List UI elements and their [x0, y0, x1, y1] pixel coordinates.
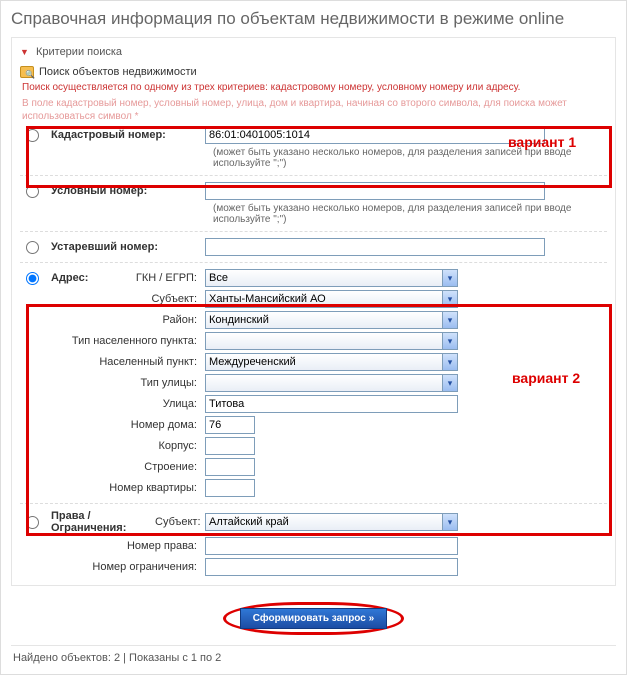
label-subject: Субъект: [20, 293, 205, 305]
select-subject[interactable]: Ханты-Мансийский АО [205, 290, 458, 308]
page-title: Справочная информация по объектам недвиж… [11, 9, 616, 29]
panel-toggle[interactable]: ▼ Критерии поиска [20, 44, 607, 64]
label-district: Район: [20, 314, 205, 326]
radio-old[interactable] [26, 241, 39, 254]
select-settlement[interactable]: Междуреченский [205, 353, 458, 371]
label-conditional: Условный номер: [51, 185, 147, 197]
panel-title: Критерии поиска [36, 46, 122, 58]
radio-address[interactable] [26, 272, 39, 285]
label-address: Адрес: [51, 272, 88, 284]
input-corp[interactable] [205, 437, 255, 455]
select-rights-subject[interactable]: Алтайский край [205, 513, 458, 531]
input-flat[interactable] [205, 479, 255, 497]
input-old[interactable] [205, 238, 545, 256]
select-settlement-type[interactable] [205, 332, 458, 350]
label-settlement-type: Тип населенного пункта: [20, 335, 205, 347]
search-folder-icon [20, 66, 34, 78]
input-conditional[interactable] [205, 182, 545, 200]
results-count: Найдено объектов: 2 | Показаны с 1 по 2 [13, 652, 221, 664]
hint-cadastral: (может быть указано несколько номеров, д… [213, 147, 607, 169]
input-right-no[interactable] [205, 537, 458, 555]
label-street-type: Тип улицы: [20, 377, 205, 389]
label-corp: Корпус: [20, 440, 205, 452]
label-old: Устаревший номер: [51, 241, 158, 253]
label-cadastral: Кадастровый номер: [51, 129, 166, 141]
select-district[interactable]: Кондинский [205, 311, 458, 329]
annotation-oval: Сформировать запрос » [223, 602, 404, 635]
note-criteria: Поиск осуществляется по одному из трех к… [22, 81, 607, 94]
section-title: Поиск объектов недвижимости [39, 66, 197, 78]
label-street: Улица: [20, 398, 205, 410]
input-house[interactable] [205, 416, 255, 434]
select-street-type[interactable] [205, 374, 458, 392]
label-building: Строение: [20, 461, 205, 473]
radio-cadastral[interactable] [26, 129, 39, 142]
label-rights: Права / Ограничения: [51, 510, 147, 534]
label-flat: Номер квартиры: [20, 482, 205, 494]
label-settlement: Населенный пункт: [20, 356, 205, 368]
label-restriction-no: Номер ограничения: [20, 561, 205, 573]
label-house: Номер дома: [20, 419, 205, 431]
label-rights-subject: Субъект: [155, 516, 205, 528]
input-street[interactable] [205, 395, 458, 413]
input-restriction-no[interactable] [205, 558, 458, 576]
label-gkn: ГКН / ЕГРП: [100, 272, 205, 284]
label-right-no: Номер права: [20, 540, 205, 552]
note-wildcard: В поле кадастровый номер, условный номер… [22, 97, 607, 123]
triangle-down-icon: ▼ [20, 47, 29, 57]
criteria-panel: ▼ Критерии поиска Поиск объектов недвижи… [11, 37, 616, 586]
input-cadastral[interactable] [205, 126, 545, 144]
select-gkn[interactable]: Все [205, 269, 458, 287]
hint-conditional: (может быть указано несколько номеров, д… [213, 203, 607, 225]
input-building[interactable] [205, 458, 255, 476]
submit-button[interactable]: Сформировать запрос » [240, 608, 387, 629]
radio-rights[interactable] [26, 516, 39, 529]
radio-conditional[interactable] [26, 185, 39, 198]
